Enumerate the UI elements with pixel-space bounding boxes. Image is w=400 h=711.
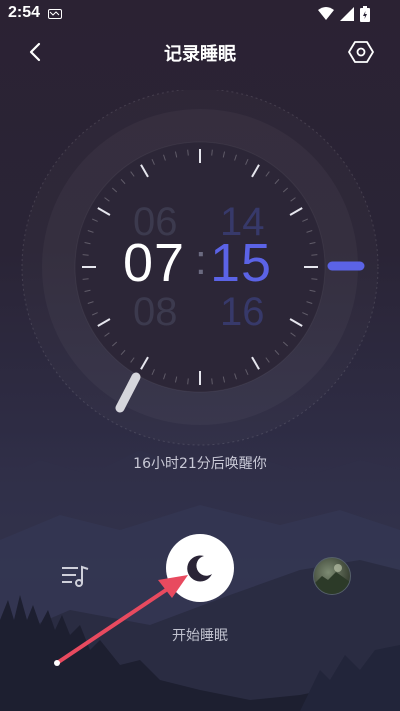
start-sleep-button[interactable] [166, 534, 234, 602]
settings-button[interactable] [348, 38, 374, 66]
signal-icon [340, 7, 354, 21]
start-sleep-label: 开始睡眠 [172, 628, 228, 644]
page-title: 记录睡眠 [164, 44, 236, 65]
wifi-icon [318, 7, 334, 20]
wake-countdown-text: 16小时21分后唤醒你 [133, 456, 267, 472]
notification-icon [48, 9, 62, 19]
dial-minor-tick [211, 149, 213, 156]
music-button[interactable] [60, 562, 92, 590]
moon-icon [187, 555, 212, 582]
settings-hexagon-icon [348, 41, 374, 63]
alarm-hour[interactable]: 07 [123, 232, 185, 294]
header: 记录睡眠 [0, 34, 400, 70]
battery-icon [360, 6, 370, 22]
avatar-image [314, 564, 350, 594]
status-bar: 2:54 [0, 0, 400, 28]
time-separator: : [195, 236, 207, 283]
avatar[interactable] [313, 557, 351, 595]
alarm-minute[interactable]: 15 [210, 232, 272, 294]
dial-minor-tick [187, 149, 189, 156]
time-display: 06 14 07 : 15 08 16 [0, 200, 400, 334]
dial-minor-tick [187, 378, 189, 385]
hour-below: 08 [133, 290, 178, 334]
minute-below: 16 [220, 290, 265, 334]
dial-minor-tick [211, 378, 213, 385]
music-list-icon [62, 565, 89, 587]
status-time: 2:54 [8, 4, 41, 21]
